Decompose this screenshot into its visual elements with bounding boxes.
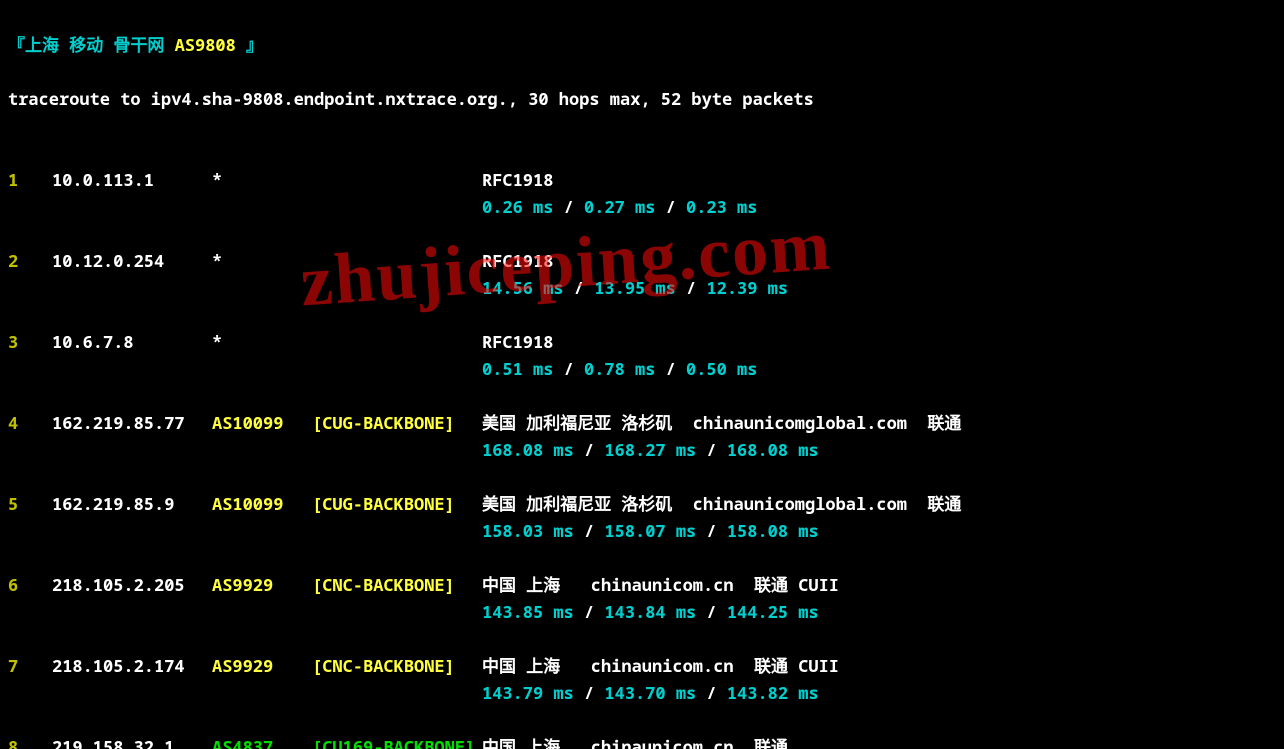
trace-header: 『上海 移动 骨干网 AS9808 』 — [8, 31, 1276, 58]
hop-asn: AS10099 — [212, 490, 312, 517]
hop-lat1: 168.08 ms — [482, 438, 574, 461]
hop-ip: 219.158.32.1 — [52, 733, 212, 749]
hop-row: 6218.105.2.205AS9929[CNC-BACKBONE]中国 上海 … — [8, 544, 1276, 625]
hop-ip: 162.219.85.9 — [52, 490, 212, 517]
hop-location: 中国 上海 chinaunicom.cn 联通 CUII — [482, 654, 839, 677]
hop-row: 7218.105.2.174AS9929[CNC-BACKBONE]中国 上海 … — [8, 625, 1276, 706]
hop-row: 5162.219.85.9AS10099[CUG-BACKBONE]美国 加利福… — [8, 463, 1276, 544]
hop-ip: 10.6.7.8 — [52, 328, 212, 355]
hop-lat1: 0.51 ms — [482, 357, 553, 380]
hop-lat3: 158.08 ms — [727, 519, 819, 542]
terminal-output: 『上海 移动 骨干网 AS9808 』 traceroute to ipv4.s… — [0, 0, 1284, 749]
hop-lat2: 13.95 ms — [594, 276, 676, 299]
hop-lat3: 144.25 ms — [727, 600, 819, 623]
hop-backbone: [CUG-BACKBONE] — [312, 409, 482, 436]
hop-backbone: [CUG-BACKBONE] — [312, 490, 482, 517]
hop-lat3: 143.82 ms — [727, 681, 819, 704]
hop-number: 6 — [8, 571, 52, 598]
hop-ip: 218.105.2.174 — [52, 652, 212, 679]
hop-lat3: 12.39 ms — [706, 276, 788, 299]
hop-list: 110.0.113.1*RFC1918 0.26 ms / 0.27 ms / … — [8, 139, 1276, 749]
hop-number: 1 — [8, 166, 52, 193]
hop-row: 110.0.113.1*RFC1918 0.26 ms / 0.27 ms / … — [8, 139, 1276, 220]
hop-backbone: [CNC-BACKBONE] — [312, 652, 482, 679]
hop-backbone: [CNC-BACKBONE] — [312, 571, 482, 598]
traceroute-command: traceroute to ipv4.sha-9808.endpoint.nxt… — [8, 85, 1276, 112]
hop-location: RFC1918 — [482, 168, 553, 191]
hop-number: 8 — [8, 733, 52, 749]
hop-lat2: 158.07 ms — [604, 519, 696, 542]
hop-location: RFC1918 — [482, 330, 553, 353]
hop-lat1: 0.26 ms — [482, 195, 553, 218]
hop-asn: * — [212, 247, 312, 274]
hop-lat1: 158.03 ms — [482, 519, 574, 542]
hop-location: 美国 加利福尼亚 洛杉矶 chinaunicomglobal.com 联通 — [482, 492, 961, 515]
hop-lat2: 143.84 ms — [604, 600, 696, 623]
hop-lat2: 0.78 ms — [584, 357, 655, 380]
hop-lat3: 0.50 ms — [686, 357, 757, 380]
hop-lat2: 143.70 ms — [604, 681, 696, 704]
hop-lat1: 143.79 ms — [482, 681, 574, 704]
hop-row: 4162.219.85.77AS10099[CUG-BACKBONE]美国 加利… — [8, 382, 1276, 463]
hop-lat1: 143.85 ms — [482, 600, 574, 623]
hop-asn: AS4837 — [212, 733, 312, 749]
hop-asn: * — [212, 166, 312, 193]
hop-asn: AS10099 — [212, 409, 312, 436]
hop-asn: * — [212, 328, 312, 355]
hop-location: 美国 加利福尼亚 洛杉矶 chinaunicomglobal.com 联通 — [482, 411, 961, 434]
hop-lat2: 168.27 ms — [604, 438, 696, 461]
hop-lat1: 14.56 ms — [482, 276, 564, 299]
hop-location: RFC1918 — [482, 249, 553, 272]
hop-ip: 10.0.113.1 — [52, 166, 212, 193]
hop-location: 中国 上海 chinaunicom.cn 联通 — [482, 735, 788, 749]
hop-ip: 10.12.0.254 — [52, 247, 212, 274]
hop-lat2: 0.27 ms — [584, 195, 655, 218]
hop-ip: 218.105.2.205 — [52, 571, 212, 598]
hop-backbone: [CU169-BACKBONE] — [312, 733, 482, 749]
hop-asn: AS9929 — [212, 571, 312, 598]
hop-number: 7 — [8, 652, 52, 679]
hop-lat3: 0.23 ms — [686, 195, 757, 218]
hop-row: 8219.158.32.1AS4837[CU169-BACKBONE]中国 上海… — [8, 706, 1276, 749]
hop-row: 310.6.7.8*RFC1918 0.51 ms / 0.78 ms / 0.… — [8, 301, 1276, 382]
hop-number: 2 — [8, 247, 52, 274]
hop-asn: AS9929 — [212, 652, 312, 679]
hop-number: 5 — [8, 490, 52, 517]
hop-location: 中国 上海 chinaunicom.cn 联通 CUII — [482, 573, 839, 596]
hop-number: 4 — [8, 409, 52, 436]
hop-lat3: 168.08 ms — [727, 438, 819, 461]
hop-number: 3 — [8, 328, 52, 355]
hop-ip: 162.219.85.77 — [52, 409, 212, 436]
hop-row: 210.12.0.254*RFC1918 14.56 ms / 13.95 ms… — [8, 220, 1276, 301]
